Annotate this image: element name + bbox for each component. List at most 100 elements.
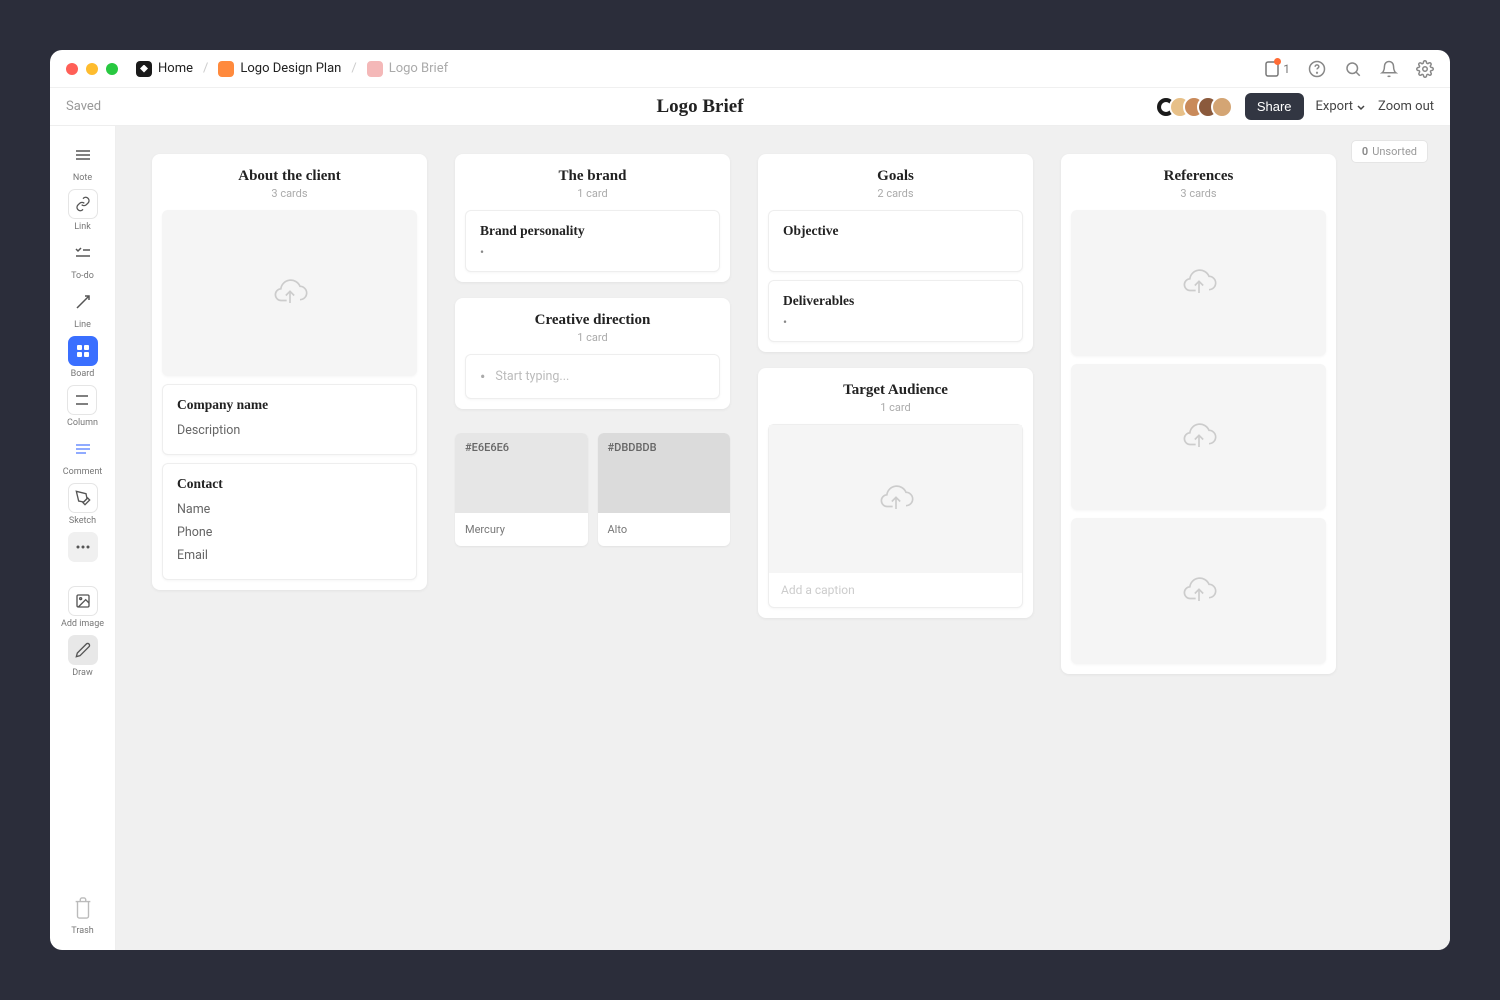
board-title: Creative direction bbox=[465, 312, 720, 329]
todo-icon bbox=[68, 238, 98, 268]
caption-placeholder[interactable]: Add a caption bbox=[769, 573, 1022, 607]
card-brand-personality[interactable]: Brand personality • bbox=[465, 210, 720, 272]
tool-note[interactable]: Note bbox=[68, 140, 98, 183]
document-actions: Share Export Zoom out bbox=[1104, 93, 1434, 120]
breadcrumb-separator: / bbox=[203, 61, 208, 76]
board-subtitle: 3 cards bbox=[162, 187, 417, 200]
cloud-upload-icon bbox=[270, 276, 310, 310]
swatch-alto[interactable]: #DBDBDB Alto bbox=[598, 433, 731, 546]
tool-trash[interactable]: Trash bbox=[68, 893, 98, 936]
swatch-hex: #DBDBDB bbox=[598, 433, 731, 513]
card-text: Name bbox=[177, 498, 402, 521]
swatch-mercury[interactable]: #E6E6E6 Mercury bbox=[455, 433, 588, 546]
upload-card[interactable] bbox=[1071, 210, 1326, 356]
page-title[interactable]: Logo Brief bbox=[296, 96, 1104, 118]
board-columns: About the client 3 cards Company name De… bbox=[152, 154, 1414, 674]
upload-card[interactable] bbox=[162, 210, 417, 376]
upload-area[interactable] bbox=[769, 425, 1022, 573]
board-title: Goals bbox=[768, 168, 1023, 185]
tool-label: Sketch bbox=[69, 516, 96, 526]
minimize-window[interactable] bbox=[86, 63, 98, 75]
tool-label: Comment bbox=[63, 467, 102, 477]
bell-icon[interactable] bbox=[1380, 60, 1398, 78]
tool-more[interactable] bbox=[68, 532, 98, 562]
tool-line[interactable]: Line bbox=[68, 287, 98, 330]
line-icon bbox=[68, 287, 98, 317]
collaborator-avatars[interactable] bbox=[1155, 96, 1233, 118]
tool-label: Draw bbox=[72, 668, 92, 678]
document-bar: Saved Logo Brief Share Export Zoom out bbox=[50, 88, 1450, 126]
cloud-upload-icon bbox=[1179, 266, 1219, 300]
sketch-icon bbox=[68, 483, 98, 513]
card-company[interactable]: Company name Description bbox=[162, 384, 417, 455]
left-toolbar: Note Link To-do Line Board Column bbox=[50, 126, 116, 950]
close-window[interactable] bbox=[66, 63, 78, 75]
board-brand[interactable]: The brand 1 card Brand personality • bbox=[455, 154, 730, 282]
breadcrumb: Home / Logo Design Plan / Logo Brief bbox=[136, 61, 1264, 77]
board-subtitle: 1 card bbox=[465, 331, 720, 344]
card-heading: Contact bbox=[177, 476, 402, 492]
zoom-out-button[interactable]: Zoom out bbox=[1378, 99, 1434, 114]
search-icon[interactable] bbox=[1344, 60, 1362, 78]
column-goals: Goals 2 cards Objective Deliverables • T… bbox=[758, 154, 1033, 674]
link-icon bbox=[68, 189, 98, 219]
upload-card[interactable] bbox=[1071, 364, 1326, 510]
tool-add-image[interactable]: Add image bbox=[61, 586, 104, 629]
column-icon bbox=[67, 385, 97, 415]
board-references[interactable]: References 3 cards bbox=[1061, 154, 1336, 674]
unsorted-pill[interactable]: 0Unsorted bbox=[1351, 140, 1428, 163]
canvas[interactable]: 0Unsorted About the client 3 cards Compa… bbox=[116, 126, 1450, 950]
board-subtitle: 1 card bbox=[768, 401, 1023, 414]
card-text: Email bbox=[177, 544, 402, 567]
breadcrumb-home[interactable]: Home bbox=[136, 61, 193, 77]
export-button[interactable]: Export bbox=[1316, 99, 1367, 114]
tool-sketch[interactable]: Sketch bbox=[68, 483, 98, 526]
cloud-upload-icon bbox=[1179, 420, 1219, 454]
breadcrumb-doc[interactable]: Logo Brief bbox=[367, 61, 448, 77]
tool-board[interactable]: Board bbox=[68, 336, 98, 379]
tool-label: Trash bbox=[71, 926, 93, 936]
tool-todo[interactable]: To-do bbox=[68, 238, 98, 281]
board-title: References bbox=[1071, 168, 1326, 185]
board-creative-direction[interactable]: Creative direction 1 card • Start typing… bbox=[455, 298, 730, 409]
breadcrumb-label: Home bbox=[158, 61, 193, 76]
cloud-upload-icon bbox=[1179, 574, 1219, 608]
swatch-name: Alto bbox=[598, 513, 731, 546]
card-indicator[interactable]: 1 bbox=[1264, 60, 1290, 78]
help-icon[interactable] bbox=[1308, 60, 1326, 78]
board-subtitle: 3 cards bbox=[1071, 187, 1326, 200]
card-image-caption[interactable]: Add a caption bbox=[768, 424, 1023, 608]
card-typing[interactable]: • Start typing... bbox=[465, 354, 720, 399]
tool-label: Link bbox=[74, 222, 91, 232]
card-heading: Deliverables bbox=[783, 293, 1008, 309]
breadcrumb-project[interactable]: Logo Design Plan bbox=[218, 61, 341, 77]
swatch-name: Mercury bbox=[455, 513, 588, 546]
save-status: Saved bbox=[66, 99, 296, 114]
tool-column[interactable]: Column bbox=[67, 385, 98, 428]
upload-card[interactable] bbox=[1071, 518, 1326, 664]
placeholder-text[interactable]: Start typing... bbox=[495, 369, 569, 384]
board-title: Target Audience bbox=[768, 382, 1023, 399]
share-button[interactable]: Share bbox=[1245, 93, 1304, 120]
column-about: About the client 3 cards Company name De… bbox=[152, 154, 427, 674]
color-swatches: #E6E6E6 Mercury #DBDBDB Alto bbox=[455, 433, 730, 546]
maximize-window[interactable] bbox=[106, 63, 118, 75]
board-goals[interactable]: Goals 2 cards Objective Deliverables • bbox=[758, 154, 1033, 352]
app-window: Home / Logo Design Plan / Logo Brief 1 bbox=[50, 50, 1450, 950]
bullet: • bbox=[480, 245, 705, 259]
card-heading: Objective bbox=[783, 223, 1008, 239]
comment-icon bbox=[68, 434, 98, 464]
card-contact[interactable]: Contact Name Phone Email bbox=[162, 463, 417, 580]
gear-icon[interactable] bbox=[1416, 60, 1434, 78]
card-objective[interactable]: Objective bbox=[768, 210, 1023, 272]
tool-link[interactable]: Link bbox=[68, 189, 98, 232]
board-about-client[interactable]: About the client 3 cards Company name De… bbox=[152, 154, 427, 590]
breadcrumb-label: Logo Design Plan bbox=[240, 61, 341, 76]
chevron-down-icon bbox=[1356, 102, 1366, 112]
doc-icon bbox=[367, 61, 383, 77]
tool-comment[interactable]: Comment bbox=[63, 434, 102, 477]
breadcrumb-label: Logo Brief bbox=[389, 61, 448, 76]
board-target-audience[interactable]: Target Audience 1 card Add a caption bbox=[758, 368, 1033, 618]
tool-draw[interactable]: Draw bbox=[68, 635, 98, 678]
card-deliverables[interactable]: Deliverables • bbox=[768, 280, 1023, 342]
